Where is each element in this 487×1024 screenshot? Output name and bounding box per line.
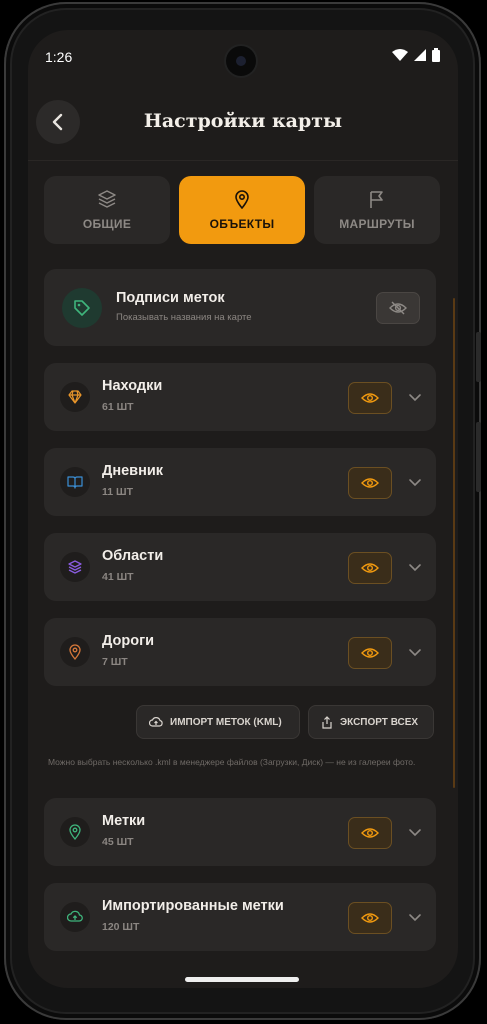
pin-icon — [60, 637, 90, 667]
eye-off-icon — [389, 301, 407, 315]
layers-icon — [98, 190, 116, 208]
tab-label: ОБЪЕКТЫ — [209, 217, 275, 231]
status-bar: 1:26 — [28, 30, 458, 76]
share-icon — [322, 715, 332, 729]
eye-icon — [361, 563, 379, 573]
page-title: Настройки карты — [143, 110, 343, 132]
labels-card: Подписи меток Показывать названия на кар… — [44, 269, 436, 346]
book-icon — [60, 467, 90, 497]
labels-subtitle: Показывать названия на карте — [116, 312, 252, 323]
chevron-down-icon[interactable] — [408, 825, 422, 839]
category-name: Находки — [102, 378, 163, 394]
visibility-toggle[interactable] — [348, 382, 392, 414]
export-all-button[interactable]: ЭКСПОРТ ВСЕХ — [308, 705, 434, 739]
header: Настройки карты — [28, 92, 458, 161]
status-time: 1:26 — [45, 49, 73, 65]
category-roads[interactable]: Дороги 7 ШТ — [44, 618, 436, 686]
wifi-icon — [392, 49, 408, 61]
diamond-icon — [60, 382, 90, 412]
visibility-toggle[interactable] — [348, 552, 392, 584]
category-count: 120 ШТ — [102, 921, 140, 933]
battery-icon — [432, 48, 440, 62]
tab-bar: ОБЩИЕ ОБЪЕКТЫ МАРШРУТЫ — [44, 176, 440, 244]
visibility-toggle[interactable] — [348, 902, 392, 934]
category-count: 11 ШТ — [102, 486, 133, 498]
scrollbar[interactable] — [453, 298, 455, 788]
category-finds[interactable]: Находки 61 ШТ — [44, 363, 436, 431]
cloud-upload-icon — [60, 902, 90, 932]
pin-icon — [235, 190, 249, 209]
import-hint: Можно выбрать несколько .kml в менеджере… — [48, 757, 416, 767]
category-name: Метки — [102, 813, 146, 829]
home-indicator[interactable] — [185, 977, 299, 982]
flag-icon — [370, 191, 383, 208]
visibility-toggle[interactable] — [348, 637, 392, 669]
signal-icon — [414, 49, 426, 61]
tab-label: ОБЩИЕ — [82, 217, 132, 231]
category-count: 41 ШТ — [102, 571, 134, 583]
chevron-down-icon[interactable] — [408, 390, 422, 404]
category-marks[interactable]: Метки 45 ШТ — [44, 798, 436, 866]
category-name: Области — [102, 548, 164, 564]
category-name: Дороги — [102, 633, 155, 649]
status-icons — [392, 48, 440, 62]
eye-icon — [361, 913, 379, 923]
chevron-down-icon[interactable] — [408, 910, 422, 924]
front-camera — [226, 46, 256, 76]
chevron-down-icon[interactable] — [408, 645, 422, 659]
power-button — [476, 422, 481, 492]
category-count: 7 ШТ — [102, 656, 128, 668]
cloud-upload-icon — [149, 717, 163, 727]
category-count: 45 ШТ — [102, 836, 134, 848]
volume-button — [476, 332, 481, 382]
layers-icon — [60, 552, 90, 582]
chevron-down-icon[interactable] — [408, 560, 422, 574]
eye-icon — [361, 393, 379, 403]
import-kml-button[interactable]: ИМПОРТ МЕТОК (KML) — [136, 705, 300, 739]
eye-icon — [361, 478, 379, 488]
tab-routes[interactable]: МАРШРУТЫ — [314, 176, 440, 244]
tab-label: МАРШРУТЫ — [339, 217, 415, 231]
tag-icon — [62, 288, 102, 328]
labels-visibility-toggle[interactable] — [376, 292, 420, 324]
tab-general[interactable]: ОБЩИЕ — [44, 176, 170, 244]
eye-icon — [361, 648, 379, 658]
export-all-label: ЭКСПОРТ ВСЕХ — [340, 716, 419, 728]
import-export-actions: ИМПОРТ МЕТОК (KML) ЭКСПОРТ ВСЕХ — [28, 705, 458, 739]
labels-title: Подписи меток — [116, 290, 225, 306]
tab-objects[interactable]: ОБЪЕКТЫ — [179, 176, 305, 244]
visibility-toggle[interactable] — [348, 817, 392, 849]
category-imported-marks[interactable]: Импортированные метки 120 ШТ — [44, 883, 436, 951]
category-areas[interactable]: Области 41 ШТ — [44, 533, 436, 601]
eye-icon — [361, 828, 379, 838]
visibility-toggle[interactable] — [348, 467, 392, 499]
pin-icon — [60, 817, 90, 847]
chevron-down-icon[interactable] — [408, 475, 422, 489]
category-count: 61 ШТ — [102, 401, 134, 413]
category-name: Импортированные метки — [102, 898, 284, 914]
screen: 1:26 Настройки карты ОБЩИЕ ОБЪЕКТЫ МАРШР… — [28, 30, 458, 988]
category-diary[interactable]: Дневник 11 ШТ — [44, 448, 436, 516]
import-kml-label: ИМПОРТ МЕТОК (KML) — [170, 716, 282, 728]
category-name: Дневник — [102, 463, 163, 479]
